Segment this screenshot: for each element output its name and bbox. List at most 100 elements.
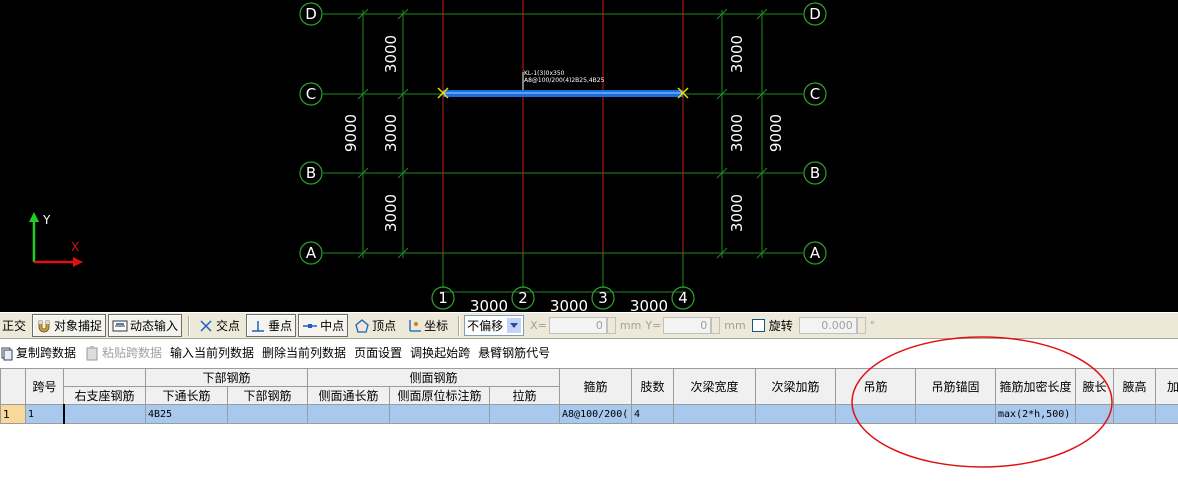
snap-toolbar: 正交 对象捕捉 动态输入 交点 垂点 中点 顶点 坐标 不偏移 X= 0 mm … — [0, 312, 1178, 339]
span-data-grid[interactable]: 跨号 下部钢筋 侧面钢筋 箍筋 肢数 次梁宽度 次梁加筋 吊筋 吊筋锚固 箍筋加… — [0, 368, 1178, 486]
side-through-header: 侧面通长筋 — [307, 386, 391, 405]
dynamic-input-button[interactable]: 动态输入 — [108, 314, 183, 337]
rotate-unit-label: ° — [869, 319, 876, 332]
side-original-cell[interactable] — [389, 404, 491, 424]
swap-start-span-button[interactable]: 调换起始跨 — [410, 344, 470, 361]
intersection-icon — [198, 318, 214, 334]
midpoint-label: 中点 — [320, 319, 345, 333]
side-through-cell[interactable] — [307, 404, 391, 424]
sec-beam-width-header: 次梁宽度 — [673, 368, 757, 405]
dynamic-input-icon — [112, 318, 128, 334]
intersection-label: 交点 — [216, 319, 241, 333]
delete-current-column-button[interactable]: 删除当前列数据 — [262, 344, 346, 361]
page-setup-button[interactable]: 页面设置 — [354, 344, 402, 361]
stirrup-cell[interactable]: A8@100/200( — [559, 404, 633, 424]
ucs-y-label: Y — [42, 213, 51, 227]
table-row[interactable]: 1 1 4B25 A8@100/200( 4 max(2*h,500) — [0, 404, 1178, 424]
rotate-checkbox[interactable] — [751, 319, 765, 332]
dim-bottom-2: 3000 — [550, 297, 588, 312]
offset-mode-select[interactable]: 不偏移 — [464, 315, 525, 336]
vertex-label: 顶点 — [372, 319, 397, 333]
x-coord-spinner[interactable] — [606, 317, 616, 334]
tie-bar-cell[interactable] — [489, 404, 561, 424]
bubble-text-col-1: 1 — [438, 289, 448, 307]
dim-right-total: 9000 — [767, 114, 785, 152]
dim-bottom-1: 3000 — [470, 297, 508, 312]
midpoint-snap-button[interactable]: 中点 — [298, 314, 349, 337]
coordinate-label: 坐标 — [424, 319, 449, 333]
bubble-text-col-3: 3 — [598, 289, 608, 307]
more-cell[interactable] — [1155, 404, 1178, 424]
bubble-text-col-4: 4 — [678, 289, 688, 307]
perpendicular-snap-button[interactable]: 垂点 — [246, 314, 297, 337]
cad-canvas[interactable]: KL-1(3)0x350 A8@100/200(4)2B25,4B25 D C … — [0, 0, 1178, 312]
dim-left-3: 3000 — [382, 194, 400, 232]
y-unit-label: mm — [724, 319, 746, 332]
chevron-down-icon[interactable] — [507, 318, 522, 333]
dynamic-input-label: 动态输入 — [130, 319, 179, 333]
dim-right-1: 3000 — [728, 35, 746, 73]
input-current-column-button[interactable]: 输入当前列数据 — [170, 344, 254, 361]
vertex-snap-button[interactable]: 顶点 — [350, 314, 400, 337]
y-coord-spinner[interactable] — [711, 317, 721, 334]
bottom-bar-cell[interactable] — [226, 404, 309, 424]
haunch-length-header: 腋长 — [1075, 368, 1115, 405]
legs-cell[interactable]: 4 — [631, 404, 675, 424]
hanger-anchor-cell[interactable] — [915, 404, 997, 424]
right-support-header-top — [63, 368, 146, 387]
bottom-through-cell[interactable]: 4B25 — [145, 404, 228, 424]
toolbar-separator — [188, 315, 191, 336]
offset-mode-value: 不偏移 — [467, 319, 504, 333]
bubble-text-left-A: A — [306, 244, 317, 262]
sec-beam-width-cell[interactable] — [673, 404, 757, 424]
more-header: 加 — [1155, 368, 1178, 405]
right-support-header: 右支座钢筋 — [63, 386, 146, 405]
bubble-text-right-D: D — [809, 5, 821, 23]
copy-span-button[interactable]: 复制跨数据 — [0, 344, 76, 361]
rotate-spinner[interactable] — [856, 317, 866, 334]
right-support-cell[interactable] — [62, 404, 146, 424]
haunch-height-cell[interactable] — [1113, 404, 1157, 424]
haunch-length-cell[interactable] — [1075, 404, 1115, 424]
stirrup-dense-length-header: 箍筋加密长度 — [995, 368, 1077, 405]
hanger-cell[interactable] — [835, 404, 917, 424]
stirrup-dense-length-cell[interactable]: max(2*h,500) — [995, 404, 1077, 424]
bubble-text-col-2: 2 — [518, 289, 528, 307]
span-no-cell[interactable]: 1 — [25, 404, 64, 424]
coordinate-snap-button[interactable]: 坐标 — [402, 314, 452, 337]
ucs-icon: Y X — [29, 212, 83, 267]
toolbar-separator — [458, 315, 461, 336]
copy-span-label: 复制跨数据 — [16, 346, 77, 360]
span-no-header: 跨号 — [25, 368, 64, 405]
rotate-label: 旋转 — [768, 319, 793, 333]
paste-span-button[interactable]: 粘贴跨数据 — [84, 344, 162, 361]
bubble-text-right-C: C — [810, 85, 820, 103]
dim-left-total: 9000 — [342, 114, 360, 152]
ortho-button[interactable]: 正交 — [0, 314, 30, 337]
rotate-input[interactable]: 0.000 — [798, 317, 857, 334]
y-coord-input[interactable]: 0 — [663, 317, 712, 334]
object-snap-button[interactable]: 对象捕捉 — [32, 314, 107, 337]
stirrup-header: 箍筋 — [559, 368, 633, 405]
intersection-snap-button[interactable]: 交点 — [194, 314, 244, 337]
magnet-icon — [36, 318, 52, 334]
cantilever-code-button[interactable]: 悬臂钢筋代号 — [478, 344, 550, 361]
coordinate-icon — [406, 318, 422, 334]
sec-beam-add-header: 次梁加筋 — [755, 368, 837, 405]
perpendicular-icon — [250, 318, 266, 334]
ucs-x-label: X — [71, 240, 79, 254]
perpendicular-label: 垂点 — [268, 319, 293, 333]
sec-beam-add-cell[interactable] — [755, 404, 837, 424]
row-index-cell[interactable]: 1 — [0, 404, 26, 424]
x-coord-input[interactable]: 0 — [548, 317, 607, 334]
bottom-rebar-group-header: 下部钢筋 — [144, 368, 309, 387]
bubble-text-left-D: D — [305, 5, 317, 23]
span-operation-toolbar: 复制跨数据 粘贴跨数据 输入当前列数据 删除当前列数据 页面设置 调换起始跨 悬… — [0, 339, 1178, 366]
beam-label-1: KL-1(3)0x350 — [524, 70, 565, 77]
y-coord-label: Y= — [645, 319, 662, 332]
hanger-anchor-header: 吊筋锚固 — [915, 368, 997, 405]
paste-icon — [84, 345, 100, 361]
bottom-bar-header: 下部钢筋 — [226, 386, 309, 405]
ortho-label: 正交 — [2, 319, 27, 333]
x-coord-label: X= — [530, 319, 547, 332]
